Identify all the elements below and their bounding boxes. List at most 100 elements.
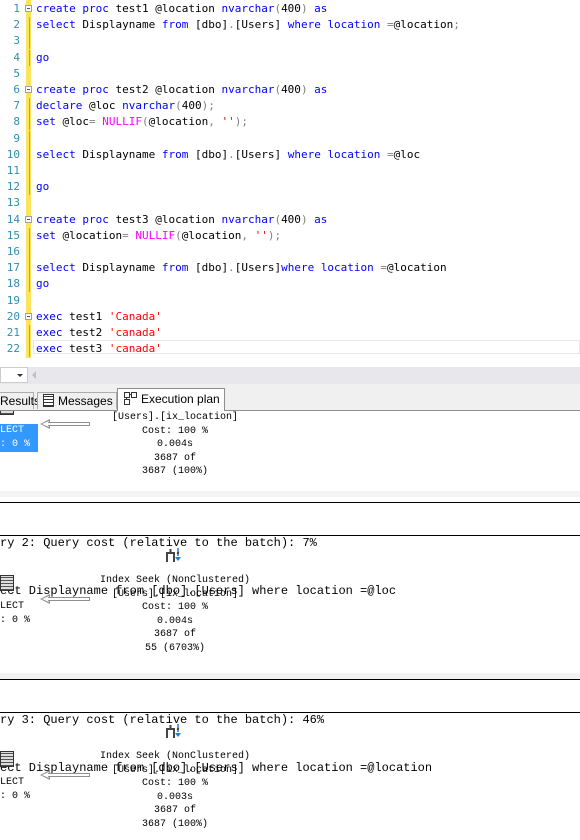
select-operator-icon[interactable] <box>0 411 14 415</box>
code-token: nvarchar <box>122 99 176 113</box>
code-line[interactable]: 12 go <box>0 179 580 196</box>
fold-guide <box>29 98 30 115</box>
current-line-highlight <box>33 340 580 354</box>
line-number: 10 <box>6 147 20 161</box>
code-token: nvarchar <box>221 2 275 15</box>
code-token: [Users] <box>234 261 282 275</box>
collapse-icon[interactable] <box>25 215 32 223</box>
select-operator-icon[interactable] <box>0 575 14 591</box>
code-line[interactable]: 18 go <box>0 276 580 293</box>
zoom-combo[interactable] <box>0 367 28 383</box>
code-token: . <box>228 18 235 32</box>
code-line[interactable]: 7 declare @loc nvarchar(400); <box>0 98 580 115</box>
code-token: ; <box>453 18 460 32</box>
seek-operator-detail: Cost: 100 % <box>141 778 208 789</box>
data-flow-arrow <box>48 597 90 601</box>
line-number: 22 <box>6 342 20 356</box>
code-token: @loc <box>62 115 90 129</box>
code-token: go <box>36 180 50 194</box>
tab-results[interactable]: Results <box>0 392 40 409</box>
code-text: declare @loc nvarchar(400); <box>36 98 215 114</box>
code-token: ( <box>175 228 182 242</box>
code-line[interactable]: 13 <box>0 195 580 211</box>
code-token: select <box>36 261 83 275</box>
code-token: ) <box>300 212 308 226</box>
code-text: go <box>36 179 49 195</box>
line-number: 17 <box>6 261 20 275</box>
code-token: go <box>36 50 50 64</box>
code-line[interactable]: 8 set @loc= NULLIF(@location, ''); <box>0 114 580 131</box>
code-line[interactable]: 20 exec test1 'Canada' <box>0 309 580 325</box>
code-token: as <box>307 2 328 15</box>
code-line[interactable]: 21 exec test2 'canada' <box>0 325 580 341</box>
code-token: NULLIF <box>102 115 142 129</box>
code-line[interactable]: 16 <box>0 244 580 260</box>
code-line[interactable]: 4 go <box>0 49 580 66</box>
collapse-icon[interactable] <box>25 5 32 12</box>
code-token: select <box>36 18 83 32</box>
code-token: [Users] <box>234 147 288 161</box>
collapse-icon[interactable] <box>25 86 32 93</box>
code-token: '' <box>221 115 235 129</box>
seek-operator-detail: 0.004s <box>156 615 193 627</box>
seek-operator-detail: 3687 of <box>153 452 196 464</box>
code-token: 400 <box>181 99 202 113</box>
line-number: 5 <box>13 66 20 80</box>
index-seek-icon[interactable] <box>165 722 183 742</box>
code-token: 400 <box>281 83 301 96</box>
line-number: 9 <box>13 131 20 145</box>
line-number: 1 <box>13 2 20 15</box>
code-token: 'canada' <box>108 326 162 339</box>
code-line[interactable]: 1 create proc test1 @location nvarchar(40… <box>0 1 580 17</box>
code-line[interactable]: 9 <box>0 130 580 147</box>
code-line[interactable]: 11 <box>0 163 580 179</box>
code-token: = <box>387 18 394 32</box>
tab-execution-plan[interactable]: Execution plan <box>117 388 225 411</box>
code-line[interactable]: 10 select Displayname from [dbo].[Users] … <box>0 146 580 163</box>
fold-guide <box>29 163 30 179</box>
code-token: nvarchar <box>221 212 275 226</box>
line-number: 4 <box>13 50 20 64</box>
code-token: from <box>161 18 195 32</box>
fold-guide <box>29 179 30 196</box>
tab-results-label: Results <box>0 394 41 408</box>
seek-operator-detail: Cost: 100 % <box>141 602 208 613</box>
code-token: declare <box>36 99 89 113</box>
line-number: 16 <box>6 245 20 258</box>
select-operator-selected[interactable]: LECT : 0 % <box>0 424 38 452</box>
code-line[interactable]: 14 create proc test3 @location nvarchar(4… <box>0 212 580 228</box>
code-line[interactable]: 3 <box>0 33 580 50</box>
code-token: @location <box>181 228 242 242</box>
code-line[interactable]: 15 set @location= NULLIF(@location, ''); <box>0 227 580 244</box>
collapse-icon[interactable] <box>25 312 32 320</box>
code-token: as <box>307 212 328 226</box>
scroll-left-icon[interactable] <box>32 371 36 379</box>
fold-guide <box>29 341 30 358</box>
code-text: create proc test1 @location nvarchar(400… <box>36 1 327 17</box>
code-text: go <box>36 50 49 66</box>
fold-guide <box>29 260 30 277</box>
code-token: NULLIF <box>135 228 176 242</box>
code-token: test1 @location <box>115 2 222 15</box>
execution-plan-pane[interactable]: LECT : 0 % [Users].[ix_location] Cost: 10… <box>0 411 580 840</box>
code-line[interactable]: 19 <box>0 293 580 309</box>
index-seek-icon[interactable] <box>165 546 183 566</box>
select-operator-cost: : 0 % <box>0 439 31 450</box>
chevron-down-icon <box>17 374 23 377</box>
code-text: select Displayname from [dbo].[Users] wh… <box>36 17 460 33</box>
code-text: select Displayname from [dbo].[Users]whe… <box>36 260 447 276</box>
code-line[interactable]: 5 <box>0 66 580 82</box>
code-token: . <box>228 261 235 275</box>
code-line[interactable]: 17 select Displayname from [dbo].[Users]w… <box>0 260 580 277</box>
tab-messages[interactable]: Messages <box>37 392 117 409</box>
code-line[interactable]: 6 create proc test2 @location nvarchar(40… <box>0 82 580 98</box>
query-editor[interactable]: 1 create proc test1 @location nvarchar(40… <box>0 0 580 360</box>
fold-guide <box>29 130 30 147</box>
select-operator-icon[interactable] <box>0 751 14 767</box>
horizontal-scrollbar[interactable] <box>0 367 580 384</box>
code-line[interactable]: 2 select Displayname from [dbo].[Users] w… <box>0 17 580 34</box>
code-text: set @location= NULLIF(@location, ''); <box>36 228 281 244</box>
line-number: 15 <box>6 228 20 242</box>
messages-icon <box>43 394 54 407</box>
code-text: exec test2 'canada' <box>36 325 162 341</box>
